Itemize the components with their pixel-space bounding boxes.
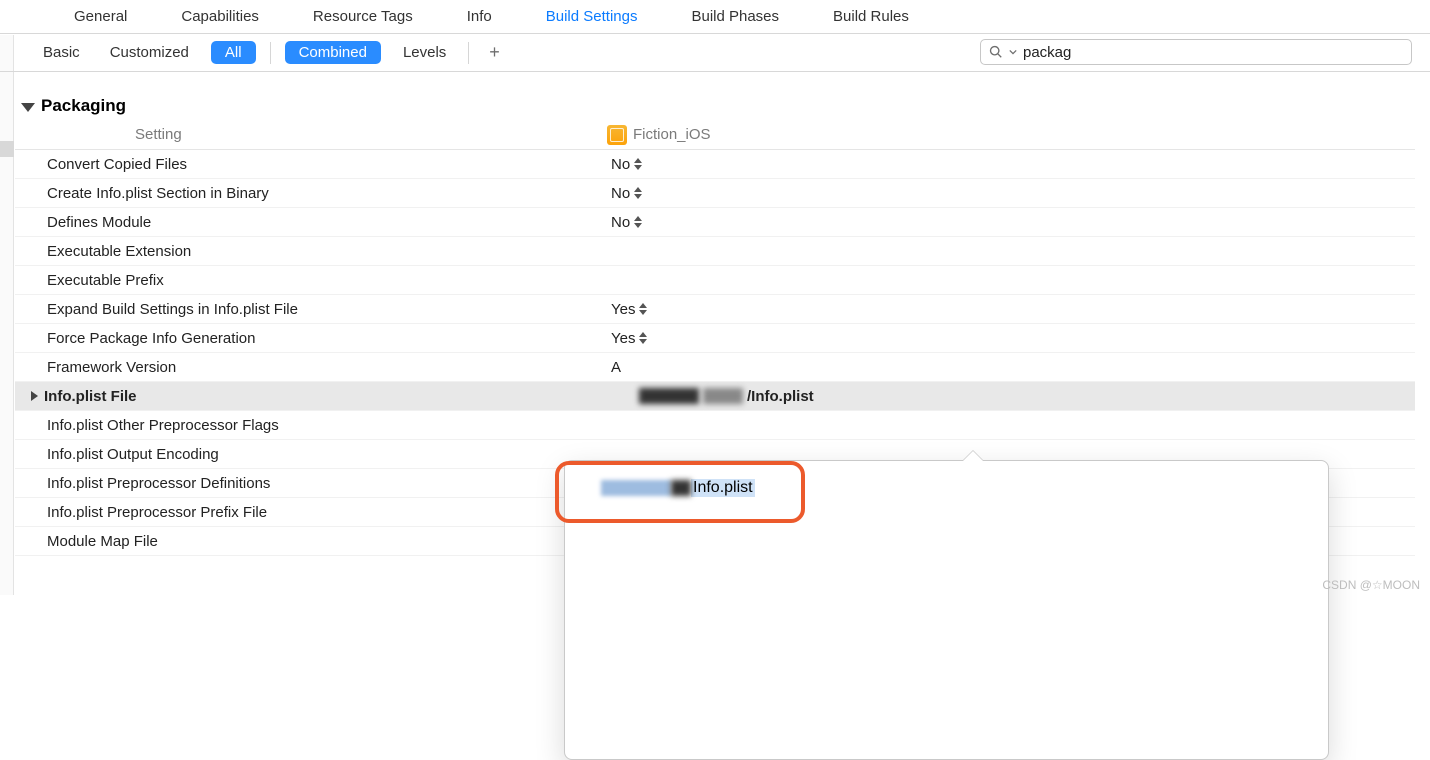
setting-label: Executable Extension: [15, 243, 595, 260]
setting-row[interactable]: Force Package Info Generation Yes: [15, 324, 1415, 353]
disclosure-triangle-right-icon[interactable]: [31, 391, 38, 401]
popover-text-field[interactable]: Info.plist: [583, 475, 1310, 497]
tab-resource-tags[interactable]: Resource Tags: [309, 2, 417, 31]
filter-basic[interactable]: Basic: [35, 40, 88, 65]
build-settings-filter-bar: Basic Customized All Combined Levels +: [0, 34, 1430, 72]
setting-label: Module Map File: [15, 533, 595, 550]
stepper-icon[interactable]: [639, 302, 649, 316]
filter-combined[interactable]: Combined: [285, 41, 381, 64]
section-packaging-header[interactable]: Packaging: [15, 72, 1415, 120]
setting-row-infoplist-file[interactable]: Info.plist File /Info.plist: [15, 382, 1415, 411]
search-field[interactable]: [980, 39, 1412, 65]
redacted-text: [601, 480, 671, 496]
tab-build-phases[interactable]: Build Phases: [687, 2, 783, 31]
disclosure-triangle-down-icon[interactable]: [21, 103, 35, 112]
setting-label: Create Info.plist Section in Binary: [15, 185, 595, 202]
setting-label: Info.plist File: [15, 388, 595, 405]
filter-levels[interactable]: Levels: [395, 40, 454, 65]
add-build-setting-button[interactable]: +: [483, 42, 506, 63]
target-name: Fiction_iOS: [633, 126, 711, 143]
section-title: Packaging: [41, 96, 126, 116]
tab-build-rules[interactable]: Build Rules: [829, 2, 913, 31]
redacted-text: [703, 388, 743, 404]
setting-row[interactable]: Framework Version A: [15, 353, 1415, 382]
stepper-icon[interactable]: [634, 157, 644, 171]
redacted-text: [671, 480, 691, 496]
watermark: CSDN @☆MOON: [1322, 578, 1420, 592]
setting-value[interactable]: Yes: [595, 330, 649, 347]
columns-header: Setting Fiction_iOS: [15, 120, 1415, 150]
setting-label: Expand Build Settings in Info.plist File: [15, 301, 595, 318]
stepper-icon[interactable]: [634, 215, 644, 229]
setting-row[interactable]: Expand Build Settings in Info.plist File…: [15, 295, 1415, 324]
column-setting: Setting: [15, 126, 595, 143]
separator: [270, 42, 271, 64]
setting-value[interactable]: Yes: [595, 301, 649, 318]
setting-label: Defines Module: [15, 214, 595, 231]
setting-label: Force Package Info Generation: [15, 330, 595, 347]
setting-row[interactable]: Create Info.plist Section in Binary No: [15, 179, 1415, 208]
tab-build-settings[interactable]: Build Settings: [542, 2, 642, 31]
filter-all[interactable]: All: [211, 41, 256, 64]
search-icon: [989, 45, 1003, 59]
setting-value[interactable]: No: [595, 185, 644, 202]
setting-value[interactable]: A: [595, 359, 621, 376]
setting-label: Info.plist Preprocessor Prefix File: [15, 504, 595, 521]
setting-value[interactable]: No: [595, 214, 644, 231]
redacted-text: [639, 388, 699, 404]
stepper-icon[interactable]: [634, 186, 644, 200]
setting-value[interactable]: No: [595, 156, 644, 173]
column-target: Fiction_iOS: [595, 125, 1415, 145]
popover-arrow-icon: [963, 451, 983, 461]
setting-row[interactable]: Convert Copied Files No: [15, 150, 1415, 179]
separator: [468, 42, 469, 64]
tab-general[interactable]: General: [70, 2, 131, 31]
tab-info[interactable]: Info: [463, 2, 496, 31]
stepper-icon[interactable]: [639, 331, 649, 345]
editor-top-tabs: General Capabilities Resource Tags Info …: [0, 0, 1430, 34]
selected-text: Info.plist: [691, 479, 755, 497]
setting-row[interactable]: Executable Prefix: [15, 266, 1415, 295]
setting-label: Convert Copied Files: [15, 156, 595, 173]
chevron-down-icon[interactable]: [1009, 48, 1017, 56]
setting-label: Executable Prefix: [15, 272, 595, 289]
setting-row[interactable]: Info.plist Other Preprocessor Flags: [15, 411, 1415, 440]
setting-label: Framework Version: [15, 359, 595, 376]
filter-customized[interactable]: Customized: [102, 40, 197, 65]
setting-row[interactable]: Executable Extension: [15, 237, 1415, 266]
setting-row[interactable]: Defines Module No: [15, 208, 1415, 237]
search-input[interactable]: [1023, 44, 1403, 61]
setting-value[interactable]: /Info.plist: [595, 388, 814, 405]
setting-label: Info.plist Other Preprocessor Flags: [15, 417, 595, 434]
value-edit-popover[interactable]: Info.plist: [564, 460, 1329, 760]
tab-capabilities[interactable]: Capabilities: [177, 2, 263, 31]
app-target-icon: [607, 125, 627, 145]
setting-label: Info.plist Preprocessor Definitions: [15, 475, 595, 492]
setting-label: Info.plist Output Encoding: [15, 446, 595, 463]
